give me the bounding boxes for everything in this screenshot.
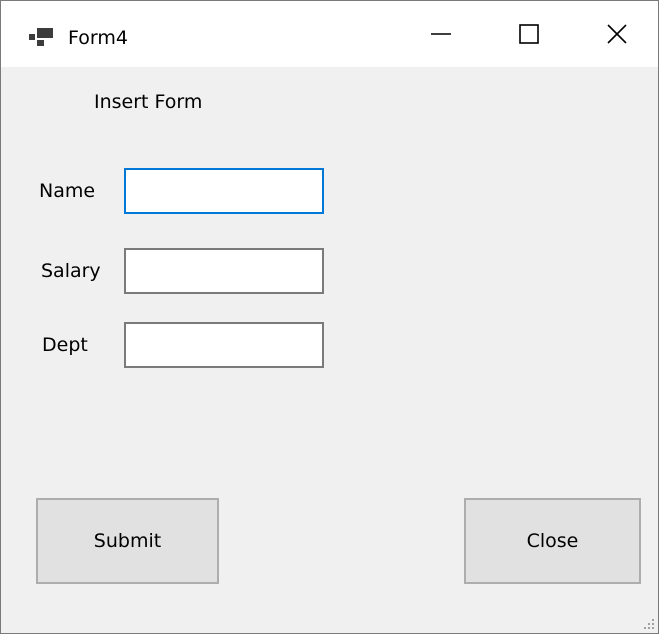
dept-input[interactable] — [124, 322, 324, 368]
form-heading: Insert Form — [94, 91, 203, 113]
salary-label: Salary — [41, 260, 101, 282]
salary-input[interactable] — [124, 248, 324, 294]
maximize-button[interactable] — [485, 1, 573, 67]
close-icon — [607, 24, 627, 44]
close-window-button[interactable] — [573, 1, 661, 67]
title-bar[interactable]: Form4 — [1, 1, 658, 67]
minimize-icon — [431, 33, 451, 35]
submit-button[interactable]: Submit — [36, 498, 219, 584]
app-icon — [29, 28, 53, 46]
window-title: Form4 — [68, 27, 128, 49]
name-input[interactable] — [124, 168, 324, 214]
resize-grip-icon[interactable] — [643, 618, 655, 630]
close-button[interactable]: Close — [464, 498, 641, 584]
maximize-icon — [519, 24, 539, 44]
form4-window: Form4 Insert Form Name Salary Dept Submi… — [0, 0, 659, 634]
minimize-button[interactable] — [397, 1, 485, 67]
name-label: Name — [39, 180, 96, 202]
dept-label: Dept — [42, 334, 88, 356]
